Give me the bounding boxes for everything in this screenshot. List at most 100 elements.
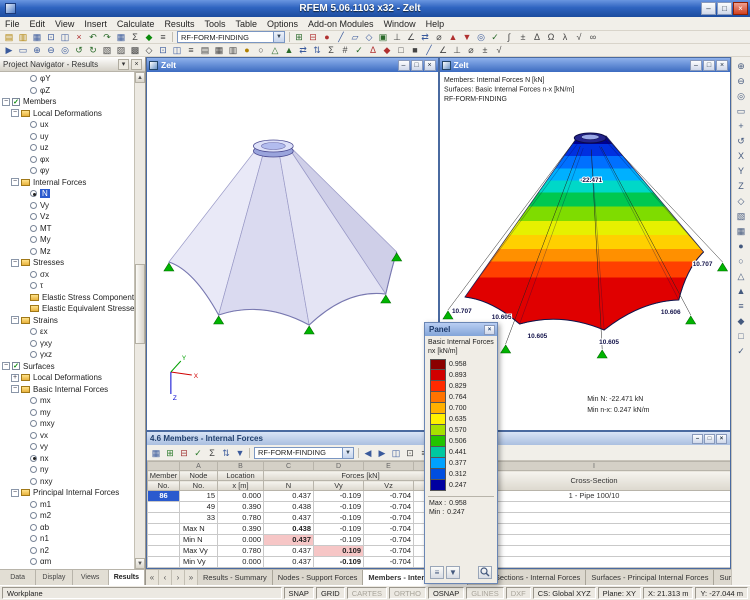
node-icon[interactable]: ● (320, 31, 334, 43)
menu-file[interactable]: File (0, 17, 25, 31)
expander-icon[interactable]: − (11, 489, 19, 497)
delete-row-icon[interactable]: ⊟ (177, 447, 191, 459)
tree-item-stresses[interactable]: −Stresses (0, 257, 134, 269)
tree-item-basic-internal-forces[interactable]: −Basic Internal Forces (0, 384, 134, 396)
copy-icon[interactable]: ◫ (58, 31, 72, 43)
sort-icon[interactable]: ⇅ (219, 447, 233, 459)
table-minimize-button[interactable]: – (692, 434, 703, 444)
status-toggle-dxf[interactable]: DXF (506, 587, 531, 599)
radio-icon[interactable] (30, 535, 37, 542)
radio-icon[interactable] (30, 397, 37, 404)
radio-icon[interactable] (30, 340, 37, 347)
radio-icon[interactable] (30, 248, 37, 255)
printout-report-icon[interactable]: ≡ (156, 31, 170, 43)
cross-section-cell[interactable] (458, 513, 731, 524)
add-icon[interactable]: ⊞ (292, 31, 306, 43)
status-toggle-cartes[interactable]: CARTES (347, 587, 387, 599)
tree-item-b[interactable]: αb (0, 522, 134, 534)
force-cell[interactable]: -0.704 (364, 557, 414, 568)
column-letter[interactable]: C (264, 462, 314, 471)
radio-icon[interactable] (30, 282, 37, 289)
radio-icon[interactable] (30, 87, 37, 94)
line-icon[interactable]: ╱ (334, 31, 348, 43)
integrate-icon[interactable]: ∫ (502, 31, 516, 43)
menu-window[interactable]: Window (379, 17, 421, 31)
view-z-icon[interactable]: Z (734, 179, 749, 193)
swap-icon[interactable]: ⇄ (418, 31, 432, 43)
node-cell[interactable]: Min Vy (180, 557, 218, 568)
header-location[interactable]: Location (218, 471, 264, 481)
redo-icon[interactable]: ↷ (100, 31, 114, 43)
radio-icon[interactable] (30, 133, 37, 140)
radio-icon[interactable] (30, 121, 37, 128)
sum-icon[interactable]: Σ (324, 44, 338, 56)
header-cross-section[interactable]: Cross-Section (458, 471, 731, 491)
force-cell[interactable]: 0.437 (264, 513, 314, 524)
snap-toggle-icon[interactable]: ▦ (734, 224, 749, 238)
member-cell[interactable] (148, 546, 180, 557)
radio-icon[interactable] (30, 501, 37, 508)
tree-item-nx[interactable]: nx (0, 453, 134, 465)
pin-icon[interactable]: ▾ (118, 59, 129, 70)
isometric-view-icon[interactable]: ◇ (142, 44, 156, 56)
radio-icon[interactable] (30, 75, 37, 82)
remove-icon[interactable]: ⊟ (306, 31, 320, 43)
member-cell[interactable] (148, 535, 180, 546)
radio-icon[interactable] (30, 466, 37, 473)
tree-item-mt[interactable]: MT (0, 223, 134, 235)
viewport-minimize-button[interactable]: – (398, 60, 410, 71)
menu-view[interactable]: View (50, 17, 79, 31)
previous-view-icon[interactable]: ⊡ (156, 44, 170, 56)
section-line-icon[interactable]: ╱ (422, 44, 436, 56)
header-node[interactable]: Node (180, 471, 218, 481)
loop-icon[interactable]: ∞ (586, 31, 600, 43)
menu-help[interactable]: Help (421, 17, 450, 31)
menu-add-on-modules[interactable]: Add-on Modules (303, 17, 379, 31)
load-case-combobox[interactable]: RF-FORM-FINDING ▼ (177, 31, 285, 43)
mesh-toggle-icon[interactable]: △ (734, 269, 749, 283)
location-cell[interactable]: 0.390 (218, 568, 264, 569)
insert-row-icon[interactable]: ⊞ (163, 447, 177, 459)
plus-minus-icon[interactable]: ± (516, 31, 530, 43)
target-icon[interactable]: ◎ (474, 31, 488, 43)
tree-item-vy[interactable]: Vy (0, 200, 134, 212)
cross-section-cell[interactable] (458, 557, 731, 568)
hinge-icon[interactable]: ⊥ (390, 31, 404, 43)
opening-icon[interactable]: ◇ (362, 31, 376, 43)
radio-icon[interactable] (30, 455, 37, 462)
angle-icon[interactable]: ∠ (404, 31, 418, 43)
column-letter[interactable]: D (314, 462, 364, 471)
hidden-line-icon[interactable]: ○ (254, 44, 268, 56)
tree-item-vz[interactable]: Vz (0, 211, 134, 223)
zoom-in-icon[interactable]: ⊕ (734, 59, 749, 73)
location-cell[interactable]: 0.000 (218, 535, 264, 546)
delta-icon[interactable]: Δ (530, 31, 544, 43)
status-toggle-snap[interactable]: SNAP (284, 587, 314, 599)
viewport-minimize-button[interactable]: – (690, 60, 702, 71)
iso-view-icon[interactable]: ◇ (734, 194, 749, 208)
tree-item-x[interactable]: εx (0, 326, 134, 338)
force-cell[interactable]: 0.437 (264, 491, 314, 502)
open-icon[interactable]: ▥ (16, 31, 30, 43)
member-cell[interactable] (148, 524, 180, 535)
magnifier-icon[interactable] (478, 566, 492, 579)
maximize-button[interactable]: □ (717, 2, 732, 15)
calculate-icon[interactable]: Σ (128, 31, 142, 43)
zoom-region-icon[interactable]: ▭ (734, 104, 749, 118)
header-vz[interactable]: Vz (364, 481, 414, 491)
cross-section-cell[interactable] (458, 524, 731, 535)
menu-results[interactable]: Results (159, 17, 199, 31)
color-scale-icon[interactable]: ◆ (380, 44, 394, 56)
tree-item-mz[interactable]: Mz (0, 246, 134, 258)
verify-icon[interactable]: √ (572, 31, 586, 43)
filter-icon[interactable]: ▼ (233, 447, 247, 459)
panel-filter-button[interactable]: ▼ (446, 566, 460, 579)
render-mode-icon[interactable]: ● (734, 239, 749, 253)
mirror-icon[interactable]: ⇄ (296, 44, 310, 56)
force-cell[interactable]: -0.109 (314, 502, 364, 513)
columns-icon[interactable]: ◫ (389, 447, 403, 459)
cross-section-cell[interactable] (458, 546, 731, 557)
node-cell[interactable]: Max Vy (180, 546, 218, 557)
nav-tab-results[interactable]: Results (109, 570, 145, 585)
checkbox-checked-icon[interactable]: ✓ (12, 98, 20, 106)
